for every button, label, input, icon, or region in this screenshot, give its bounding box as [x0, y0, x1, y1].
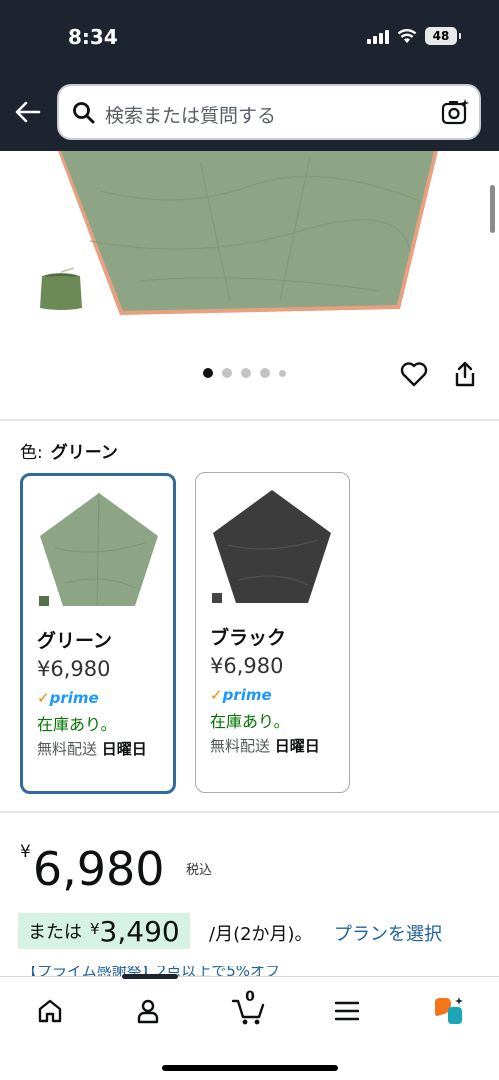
installment-or: または	[28, 922, 82, 943]
installment-currency: ¥	[90, 919, 100, 938]
status-time: 8:34	[68, 25, 118, 49]
pagination-dot[interactable]	[222, 368, 232, 378]
selected-color: グリーン	[50, 443, 118, 463]
scroll-indicator	[490, 185, 495, 233]
black-tarp-image	[212, 490, 331, 603]
tab-account[interactable]	[128, 991, 168, 1031]
color-option-name: グリーン	[37, 630, 113, 652]
search-bar[interactable]: 検索または質問する	[57, 84, 481, 140]
back-button[interactable]	[14, 98, 44, 128]
heart-icon[interactable]	[400, 361, 428, 387]
divider	[0, 811, 499, 813]
account-icon	[137, 999, 159, 1024]
tab-home[interactable]	[30, 991, 70, 1031]
prime-badge: ✓prime	[210, 686, 272, 704]
bottom-nav: 0	[0, 974, 499, 1080]
shipping-info: 無料配送 日曜日	[37, 737, 167, 761]
home-icon	[38, 999, 62, 1023]
home-indicator	[162, 1065, 338, 1071]
tab-cart[interactable]: 0	[229, 989, 269, 1031]
battery-icon: 48	[425, 27, 461, 45]
tab-rufus[interactable]	[428, 991, 468, 1031]
image-pagination[interactable]	[203, 368, 286, 378]
product-price: ¥6,980	[20, 842, 165, 896]
color-label: 色: グリーン	[20, 438, 118, 463]
installment-badge: または ¥3,490	[18, 913, 190, 949]
price-amount: 6,980	[32, 842, 165, 896]
installment-period: /月(2か月)。	[209, 924, 313, 945]
pagination-dot[interactable]	[279, 369, 286, 377]
color-option-black[interactable]: ブラック ¥6,980 ✓prime 在庫あり。 無料配送 日曜日	[195, 472, 350, 793]
divider	[0, 419, 499, 421]
camera-search-icon[interactable]	[441, 98, 469, 126]
pagination-dot[interactable]	[260, 368, 270, 378]
installment-amount: ¥3,490	[90, 915, 180, 948]
shipping-prefix: 無料配送	[37, 740, 98, 758]
color-option-price: ¥6,980	[210, 654, 284, 678]
color-option-name: ブラック	[210, 627, 287, 649]
select-plan-link[interactable]: プランを選択	[334, 920, 442, 946]
shipping-day: 日曜日	[101, 740, 147, 758]
tab-menu[interactable]	[327, 991, 367, 1031]
color-option-green[interactable]: グリーン ¥6,980 ✓prime 在庫あり。 無料配送 日曜日	[20, 473, 176, 794]
prime-check-icon: ✓	[37, 689, 50, 707]
stock-status: 在庫あり。	[210, 712, 290, 731]
cellular-signal-icon	[367, 28, 389, 44]
prime-label: prime	[49, 689, 99, 707]
menu-icon	[334, 1001, 360, 1021]
price-currency: ¥	[20, 842, 31, 862]
cart-count: 0	[245, 989, 255, 1005]
rufus-icon	[435, 997, 463, 1024]
active-tab-indicator	[122, 974, 178, 979]
stock-status: 在庫あり。	[37, 715, 117, 734]
shipping-prefix: 無料配送	[210, 737, 271, 755]
prime-label: prime	[222, 686, 272, 704]
wifi-icon	[397, 29, 417, 43]
back-arrow-icon	[15, 101, 41, 123]
top-header: 8:34 48 検索または質問する	[0, 0, 499, 151]
prime-badge: ✓prime	[37, 689, 99, 707]
shipping-day: 日曜日	[274, 737, 320, 755]
search-icon	[73, 102, 95, 124]
prime-check-icon: ✓	[210, 686, 223, 704]
share-icon[interactable]	[452, 360, 478, 388]
bag-thumbnail	[36, 266, 86, 312]
search-input[interactable]: 検索または質問する	[105, 101, 276, 128]
shipping-info: 無料配送 日曜日	[210, 734, 340, 758]
color-option-price: ¥6,980	[37, 657, 111, 681]
green-tarp-image	[39, 492, 158, 607]
color-label-prefix: 色:	[20, 443, 43, 463]
installment-value: 3,490	[99, 914, 180, 948]
status-icons: 48	[367, 27, 461, 45]
tax-label: 税込	[186, 863, 213, 878]
pagination-dot[interactable]	[203, 368, 213, 378]
pagination-dot[interactable]	[241, 368, 251, 378]
